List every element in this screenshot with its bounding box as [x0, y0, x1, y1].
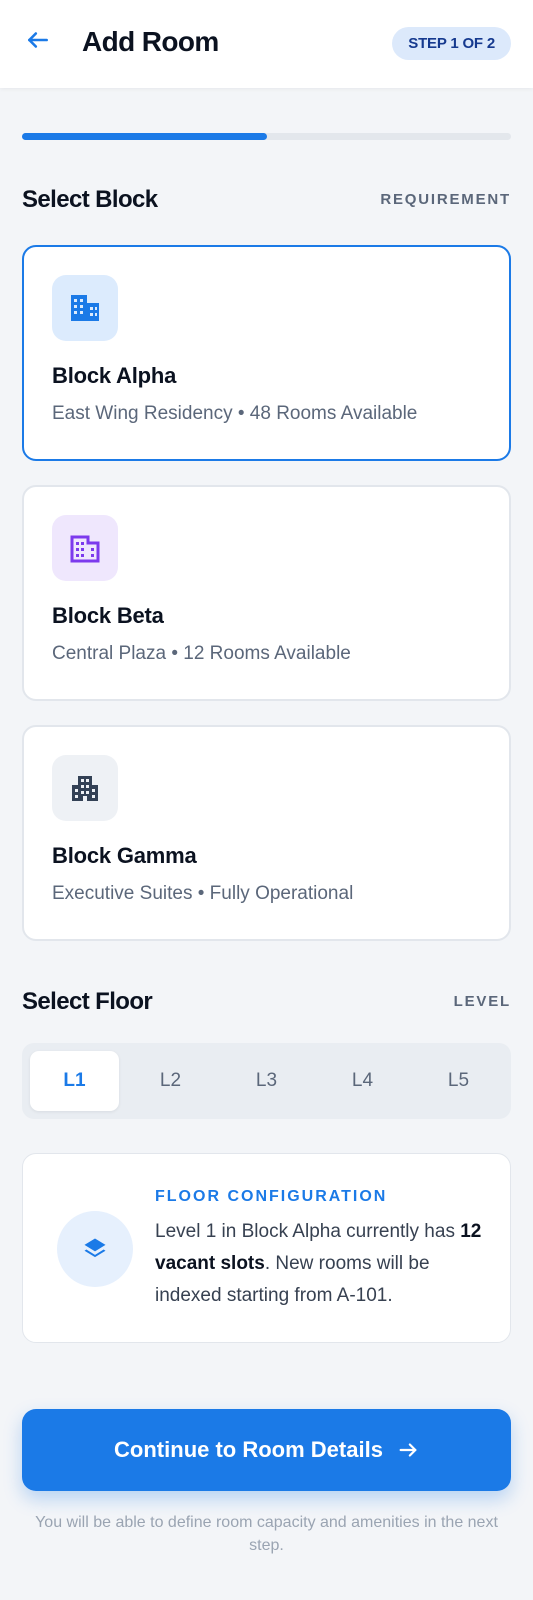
- block-card-gamma[interactable]: Block Gamma Executive Suites • Fully Ope…: [22, 725, 511, 941]
- block-name: Block Gamma: [52, 843, 197, 868]
- step-badge: STEP 1 OF 2: [392, 27, 511, 60]
- floor-selector: L1 L2 L3 L4 L5: [22, 1043, 511, 1119]
- app-header: Add Room STEP 1 OF 2: [0, 0, 533, 88]
- layers-icon: [57, 1211, 133, 1287]
- continue-button[interactable]: Continue to Room Details: [22, 1409, 511, 1491]
- floor-tab-l5[interactable]: L5: [414, 1051, 503, 1111]
- select-block-title: Select Block: [22, 186, 158, 213]
- floor-tab-l1[interactable]: L1: [30, 1051, 119, 1111]
- page-title: Add Room: [82, 26, 219, 57]
- progress-bar: [22, 133, 511, 140]
- block-name: Block Beta: [52, 603, 164, 628]
- block-card-alpha[interactable]: Block Alpha East Wing Residency • 48 Roo…: [22, 245, 511, 461]
- back-button[interactable]: [22, 24, 54, 56]
- office-building-icon: [52, 515, 118, 581]
- info-text-part: Level 1 in Block Alpha currently has: [155, 1221, 461, 1242]
- progress-fill: [22, 133, 267, 140]
- select-floor-tag: LEVEL: [453, 993, 511, 1010]
- block-description: Executive Suites • Fully Operational: [52, 883, 354, 904]
- info-text: Level 1 in Block Alpha currently has 12 …: [155, 1216, 491, 1312]
- floor-configuration-card: FLOOR CONFIGURATION Level 1 in Block Alp…: [22, 1153, 511, 1343]
- block-description: Central Plaza • 12 Rooms Available: [52, 643, 351, 664]
- arrow-left-icon: [28, 32, 48, 48]
- continue-button-label: Continue to Room Details: [114, 1437, 383, 1462]
- floor-tab-l4[interactable]: L4: [318, 1051, 407, 1111]
- select-block-tag: REQUIREMENT: [380, 191, 511, 208]
- floor-tab-l3[interactable]: L3: [222, 1051, 311, 1111]
- block-description: East Wing Residency • 48 Rooms Available: [52, 403, 418, 424]
- block-name: Block Alpha: [52, 363, 177, 388]
- footnote: You will be able to define room capacity…: [35, 1514, 498, 1554]
- select-floor-title: Select Floor: [22, 988, 153, 1015]
- info-label: FLOOR CONFIGURATION: [155, 1188, 388, 1205]
- arrow-right-icon: [399, 1443, 417, 1457]
- apartment-icon: [52, 755, 118, 821]
- floor-tab-l2[interactable]: L2: [126, 1051, 215, 1111]
- building-icon: [52, 275, 118, 341]
- block-card-beta[interactable]: Block Beta Central Plaza • 12 Rooms Avai…: [22, 485, 511, 701]
